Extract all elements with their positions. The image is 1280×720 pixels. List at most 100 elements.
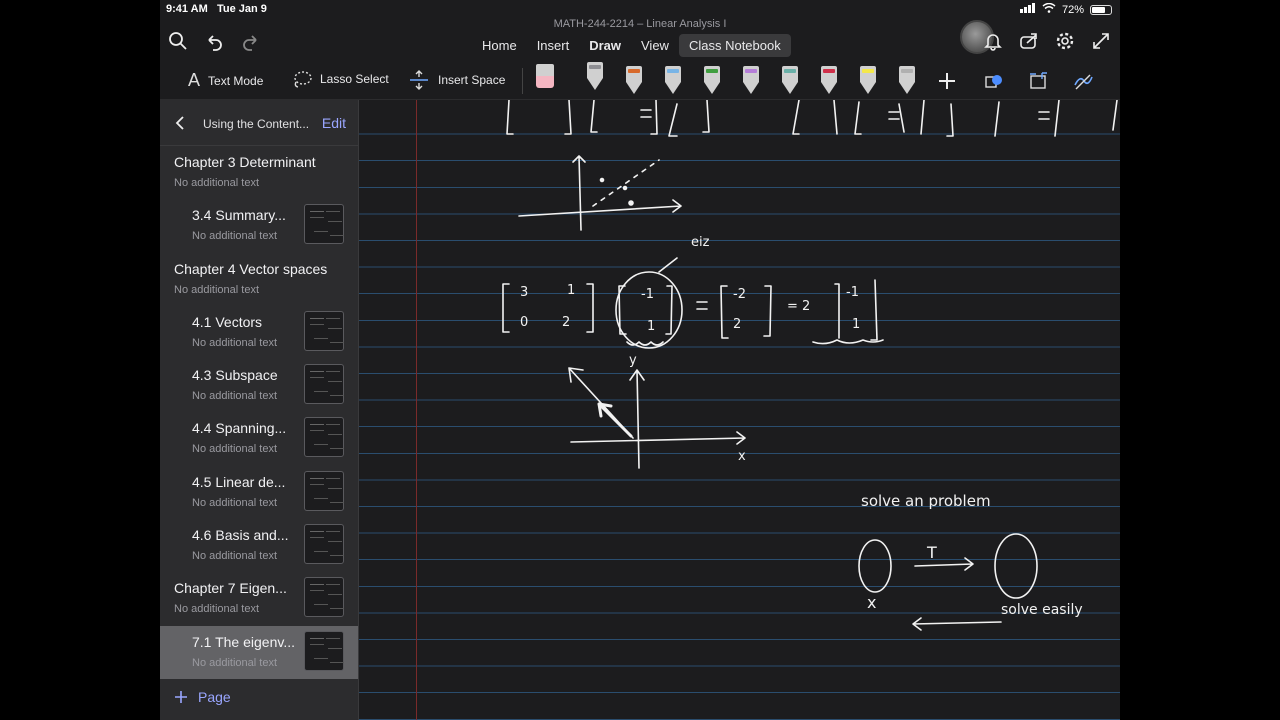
sidebar-section-item[interactable]: Chapter 4 Vector spaces No additional tex…	[160, 253, 358, 306]
chevron-left-icon[interactable]	[172, 114, 188, 132]
pen-color-swatch	[745, 69, 757, 73]
matrix-a22: 2	[562, 315, 570, 330]
pen-tool[interactable]	[623, 66, 645, 96]
share-icon	[1020, 33, 1037, 49]
tab-insert[interactable]: Insert	[527, 34, 580, 57]
search-button[interactable]	[165, 28, 191, 54]
codomain-oval	[994, 533, 1038, 599]
insert-space-button[interactable]: Insert Space	[408, 70, 505, 90]
pen-color-swatch	[589, 65, 601, 69]
graph2-vector-arrow	[597, 402, 633, 438]
plus-icon	[175, 691, 187, 703]
eraser-tool[interactable]	[534, 64, 556, 94]
axis-label-y: y	[629, 353, 637, 368]
pen-tool[interactable]	[779, 66, 801, 96]
eraser-body	[536, 64, 554, 76]
sidebar-page-item[interactable]: 4.1 Vectors No additional text	[160, 306, 358, 359]
sidebar-page-item[interactable]: 3.4 Summary... No additional text	[160, 199, 358, 252]
sidebar-page-item[interactable]: 4.4 Spanning... No additional text	[160, 412, 358, 465]
pen-tip	[587, 78, 603, 90]
lasso-icon	[294, 71, 312, 88]
note-canvas[interactable]: eiz 3 1 0 2 -1 1 -2 2 = 2 -1 1 y x solve…	[359, 100, 1120, 720]
graph1-y-axis	[572, 155, 586, 231]
shapes-button[interactable]	[982, 68, 1008, 94]
add-page-label: Page	[198, 689, 231, 705]
lasso-select-button[interactable]: Lasso Select	[292, 70, 389, 88]
page-preview-text: No additional text	[174, 283, 259, 296]
page-name: 4.5 Linear de...	[192, 473, 286, 490]
graph1-point-1	[599, 177, 605, 183]
ink-to-text-button[interactable]	[1070, 68, 1096, 94]
sidebar-page-item[interactable]: 7.1 The eigenv... No additional text	[160, 625, 358, 679]
page-preview-text: No additional text	[174, 177, 259, 189]
edit-button[interactable]: Edit	[322, 115, 346, 131]
shapes-icon	[985, 75, 1002, 88]
notifications-button[interactable]	[980, 28, 1006, 54]
pen-tool[interactable]	[896, 66, 918, 96]
domain-label-x: x	[867, 593, 876, 612]
add-pen-button[interactable]	[934, 68, 960, 94]
settings-button[interactable]	[1052, 28, 1078, 54]
pen-color-swatch	[784, 69, 796, 73]
ink-to-shape-button[interactable]	[1026, 68, 1052, 94]
status-right: 72%	[1019, 2, 1112, 16]
tab-class-notebook[interactable]: Class Notebook	[678, 34, 791, 57]
sidebar-page-item[interactable]: 4.6 Basis and... No additional text	[160, 519, 358, 572]
result-bottom: 2	[733, 317, 741, 332]
graph1-x-axis	[518, 199, 682, 217]
map-label-t: T	[926, 543, 937, 562]
text-mode-button[interactable]: A Text Mode	[188, 70, 263, 91]
status-bar: 9:41 AM Tue Jan 9 72% MATH-244-2214 – Li…	[160, 0, 1120, 30]
tab-home[interactable]: Home	[472, 34, 527, 57]
page-name: Chapter 4 Vector spaces	[174, 260, 328, 277]
page-preview-text: No additional text	[174, 603, 259, 616]
gear-icon	[1056, 32, 1074, 50]
text-mode-label: Text Mode	[208, 73, 264, 88]
pen-tool[interactable]	[701, 66, 723, 96]
ribbon-tabs: Home Insert Draw View Class Notebook	[472, 34, 791, 57]
sidebar-page-item[interactable]: 4.5 Linear de... No additional text	[160, 466, 358, 519]
pen-tip	[782, 82, 798, 94]
sidebar-section-item[interactable]: Chapter 7 Eigen... No additional text	[160, 572, 358, 625]
sidebar-page-item[interactable]: 4.3 Subspace No additional text	[160, 359, 358, 412]
share-button[interactable]	[1016, 28, 1042, 54]
add-page-button[interactable]: Page	[174, 689, 231, 705]
result-top: -2	[733, 287, 746, 302]
plus-icon	[939, 73, 955, 89]
pen-tool[interactable]	[740, 66, 762, 96]
redo-button[interactable]	[238, 28, 264, 54]
page-preview-text: No additional text	[192, 230, 277, 243]
tab-view[interactable]: View	[631, 34, 679, 57]
annotation-eig: eiz	[691, 235, 710, 250]
tab-draw[interactable]: Draw	[579, 34, 631, 57]
page-name: 4.1 Vectors	[192, 313, 263, 330]
sidebar-section-item[interactable]: Chapter 3 Determinant No additional text	[160, 146, 358, 199]
scaled-vector-bottom: 1	[852, 317, 860, 332]
pen-color-swatch	[628, 69, 640, 73]
graph1-point-2	[622, 185, 628, 191]
fullscreen-button[interactable]	[1088, 28, 1114, 54]
undo-button[interactable]	[201, 28, 227, 54]
undo-icon	[208, 35, 222, 51]
pen-tool[interactable]	[584, 62, 606, 92]
page-name: 4.4 Spanning...	[192, 420, 287, 437]
pen-color-swatch	[823, 69, 835, 73]
pen-color-swatch	[706, 69, 718, 73]
signal-icon	[1019, 3, 1036, 16]
pen-color-swatch	[667, 69, 679, 73]
pen-tool[interactable]	[818, 66, 840, 96]
page-name: Chapter 3 Determinant	[174, 154, 316, 170]
page-sidebar: Using the Content... Edit Chapter 3 Dete…	[160, 100, 359, 720]
redo-icon	[243, 35, 257, 51]
page-name: 3.4 Summary...	[192, 207, 286, 224]
pen-tip	[743, 82, 759, 94]
matrix-left-bracket	[502, 283, 510, 333]
axis-label-x: x	[738, 449, 746, 464]
battery-fill	[1092, 6, 1105, 13]
pen-tip	[626, 82, 642, 94]
pen-tool[interactable]	[857, 66, 879, 96]
matrix-right-bracket	[586, 283, 594, 333]
graph1-dashed-line	[592, 159, 660, 207]
pen-tool[interactable]	[662, 66, 684, 96]
scaled-vector-top: -1	[846, 285, 859, 300]
